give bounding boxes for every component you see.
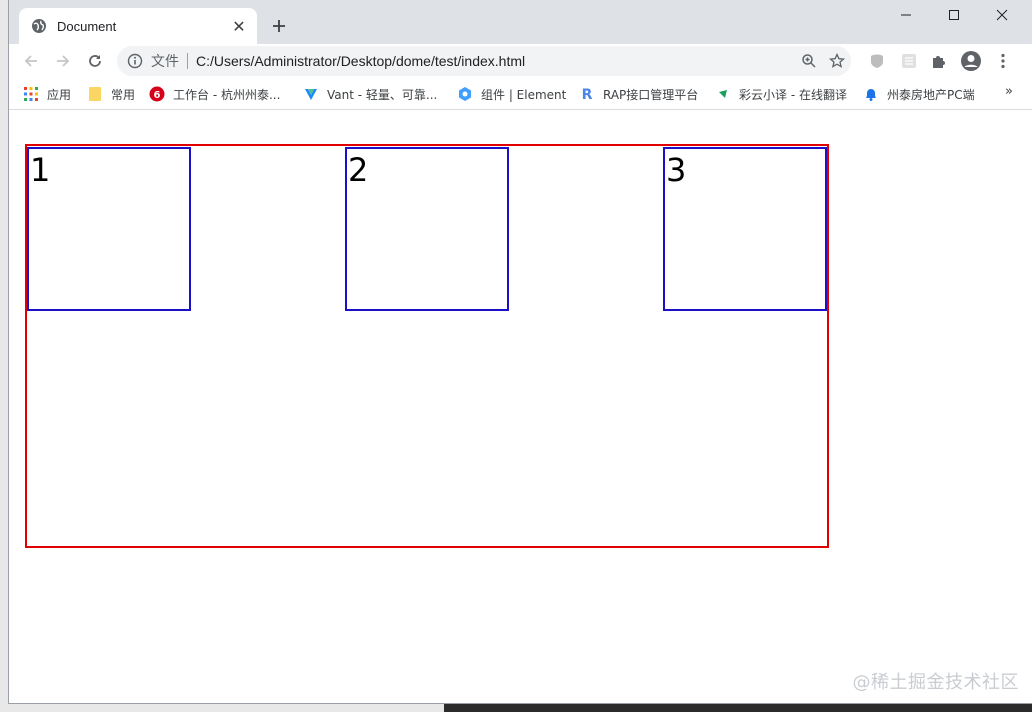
puzzle-icon[interactable] [927, 49, 951, 73]
minimize-button[interactable] [883, 0, 929, 30]
profile-avatar-icon[interactable] [959, 49, 983, 73]
extension-grid-icon[interactable] [897, 49, 921, 73]
address-bar[interactable]: 文件 C:/Users/Administrator/Desktop/dome/t… [117, 46, 851, 76]
bookmark-label: 组件 | Element [481, 87, 567, 102]
star-icon[interactable] [823, 47, 851, 75]
address-divider [187, 53, 188, 69]
bookmark-label: Vant - 轻量、可靠... [327, 87, 438, 102]
bookmarks-bar: 应用 常用 6 工作台 - 杭州州泰... Vant - 轻量、可靠... 组件… [9, 78, 1032, 110]
scheme-label: 文件 [151, 54, 179, 70]
blue-box-2: 2 [345, 147, 509, 311]
blue-box-1: 1 [27, 147, 191, 311]
reload-button[interactable] [81, 47, 109, 75]
maximize-button[interactable] [931, 0, 977, 30]
new-tab-button[interactable] [267, 14, 291, 38]
vant-icon [303, 86, 319, 102]
svg-text:6: 6 [154, 90, 161, 101]
bookmark-apps[interactable]: 应用 [23, 84, 71, 104]
tab-title: Document [57, 18, 117, 34]
forward-button[interactable] [49, 47, 77, 75]
bell-icon [863, 86, 879, 102]
svg-text:R: R [582, 87, 593, 102]
close-icon[interactable]: ✕ [229, 16, 249, 36]
element-icon [457, 86, 473, 102]
bookmark-label: 工作台 - 杭州州泰... [173, 87, 281, 102]
bookmark-folder-common[interactable]: 常用 [87, 84, 135, 104]
site-favicon-red-icon: 6 [149, 86, 165, 102]
bookmarks-overflow-button[interactable]: » [1005, 84, 1013, 99]
blue-box-3: 3 [663, 147, 827, 311]
bookmark-element[interactable]: 组件 | Element [457, 84, 566, 104]
bookmark-label: 州泰房地产PC端 [887, 87, 975, 102]
url-text[interactable]: C:/Users/Administrator/Desktop/dome/test… [196, 53, 795, 69]
bookmark-label: 彩云小译 - 在线翻译 [739, 87, 847, 102]
bookmark-zhoutai-pc[interactable]: 州泰房地产PC端 [863, 84, 975, 104]
globe-icon [31, 18, 47, 34]
bookmark-label: 常用 [111, 87, 136, 102]
info-icon[interactable] [127, 53, 143, 69]
menu-kebab-icon[interactable] [991, 49, 1015, 73]
bookmark-vant[interactable]: Vant - 轻量、可靠... [303, 84, 437, 104]
watermark-text: @稀土掘金技术社区 [852, 672, 1019, 693]
bookmark-caiyun[interactable]: 彩云小译 - 在线翻译 [715, 84, 847, 104]
page-viewport: 1 2 3 @稀土掘金技术社区 [9, 111, 1032, 703]
folder-icon [87, 86, 103, 102]
bookmark-workbench[interactable]: 6 工作台 - 杭州州泰... [149, 84, 280, 104]
back-button[interactable] [17, 47, 45, 75]
bookmark-label: 应用 [47, 87, 72, 102]
rap-icon: R [579, 86, 595, 102]
browser-window: Document ✕ 文件 C:/Users/Administrator/Des… [8, 0, 1032, 704]
tab-document[interactable]: Document ✕ [19, 8, 257, 44]
browser-toolbar: 文件 C:/Users/Administrator/Desktop/dome/t… [9, 44, 1032, 78]
apps-grid-icon [23, 86, 39, 102]
taskbar-strip [444, 704, 1032, 712]
extension-shield-icon[interactable] [865, 49, 889, 73]
caiyun-icon [715, 86, 731, 102]
close-window-button[interactable] [979, 0, 1025, 30]
bookmark-rap[interactable]: R RAP接口管理平台 [579, 84, 699, 104]
bookmark-label: RAP接口管理平台 [603, 87, 699, 102]
tab-strip: Document ✕ [9, 0, 1032, 44]
zoom-icon[interactable] [795, 47, 823, 75]
red-container: 1 2 3 [25, 144, 829, 548]
